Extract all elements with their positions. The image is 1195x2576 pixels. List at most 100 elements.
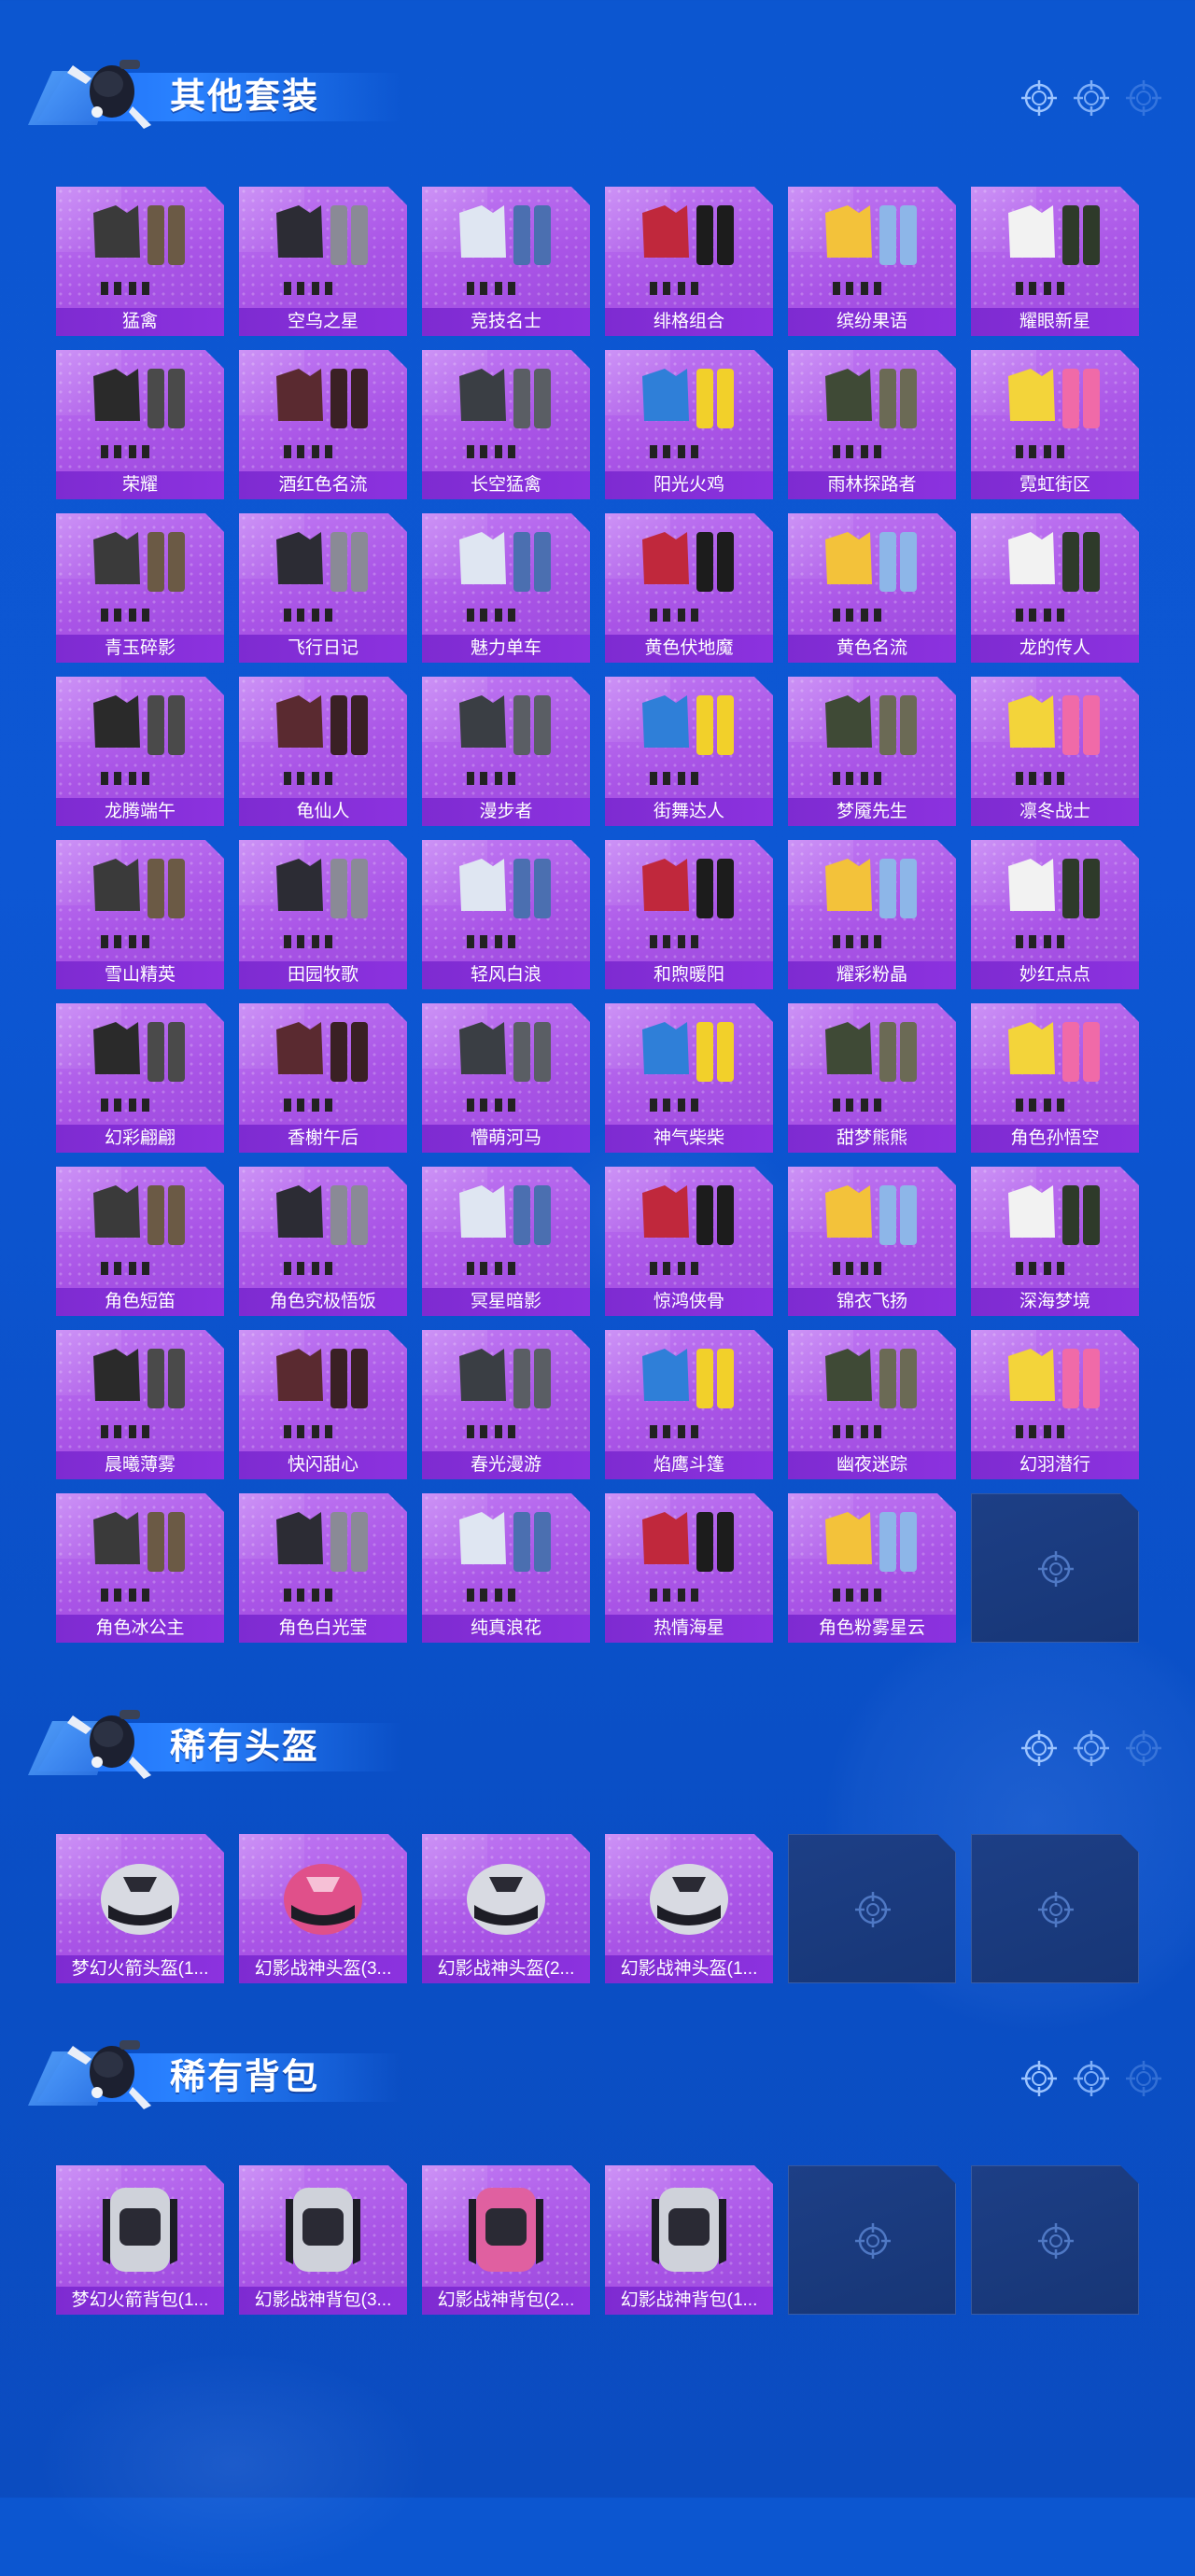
outfit-icon [93,369,185,458]
item-card[interactable]: 黄色名流 [788,513,956,663]
item-card[interactable]: 梦幻火箭头盔(1... [56,1834,224,1983]
item-card[interactable]: 魅力单车 [422,513,590,663]
item-card[interactable]: 漫步者 [422,677,590,826]
item-card[interactable]: 龙腾端午 [56,677,224,826]
item-card[interactable]: 幻影战神头盔(1... [605,1834,773,1983]
item-name: 角色粉雾星云 [788,1615,956,1643]
item-card[interactable]: 空乌之星 [239,187,407,336]
item-card[interactable]: 角色究极悟饭 [239,1167,407,1316]
empty-slot [971,1493,1139,1643]
item-card[interactable]: 纯真浪花 [422,1493,590,1643]
outfit-icon [642,1349,734,1438]
item-name: 青玉碎影 [56,635,224,663]
backpack-icon [103,2188,177,2272]
item-card[interactable]: 惊鸿侠骨 [605,1167,773,1316]
item-card[interactable]: 焰鹰斗篷 [605,1330,773,1479]
item-card[interactable]: 酒红色名流 [239,350,407,499]
item-card[interactable]: 飞行日记 [239,513,407,663]
item-card[interactable]: 幻影战神背包(2... [422,2165,590,2315]
item-card[interactable]: 快闪甜心 [239,1330,407,1479]
item-card[interactable]: 角色粉雾星云 [788,1493,956,1643]
item-card[interactable]: 幻彩翩翩 [56,1003,224,1153]
item-name: 街舞达人 [605,798,773,826]
item-card[interactable]: 热情海星 [605,1493,773,1643]
item-card[interactable]: 春光漫游 [422,1330,590,1479]
item-card[interactable]: 冥星暗影 [422,1167,590,1316]
outfit-icon [642,1022,734,1112]
item-card[interactable]: 幻影战神头盔(2... [422,1834,590,1983]
outfit-icon [459,695,551,785]
item-card[interactable]: 香榭午后 [239,1003,407,1153]
item-card[interactable]: 梦幻火箭背包(1... [56,2165,224,2315]
item-card[interactable]: 角色冰公主 [56,1493,224,1643]
empty-slot-crosshair-icon [1038,2223,1074,2259]
item-grid: 梦幻火箭头盔(1... 幻影战神头盔(3... 幻影战神头盔(2... 幻影战神头盔(… [56,1834,1139,1983]
item-card[interactable]: 雪山精英 [56,840,224,989]
item-card[interactable]: 长空猛禽 [422,350,590,499]
item-card[interactable]: 甜梦熊熊 [788,1003,956,1153]
item-name: 雨林探路者 [788,471,956,499]
item-card[interactable]: 阳光火鸡 [605,350,773,499]
item-name: 幻影战神背包(2... [422,2287,590,2315]
item-card[interactable]: 梦魇先生 [788,677,956,826]
item-card[interactable]: 幻影战神背包(3... [239,2165,407,2315]
item-card[interactable]: 角色孙悟空 [971,1003,1139,1153]
item-card[interactable]: 懵萌河马 [422,1003,590,1153]
outfit-icon [642,695,734,785]
item-card[interactable]: 晨曦薄雾 [56,1330,224,1479]
item-card[interactable]: 田园牧歌 [239,840,407,989]
helmet-icon [101,1864,179,1935]
item-card[interactable]: 幽夜迷踪 [788,1330,956,1479]
outfit-icon [276,369,368,458]
item-card[interactable]: 耀彩粉晶 [788,840,956,989]
item-card[interactable]: 轻风白浪 [422,840,590,989]
item-name: 神气柴柴 [605,1125,773,1153]
background-glow-decoration [37,2352,429,2576]
outfit-icon [276,532,368,622]
item-name: 阳光火鸡 [605,471,773,499]
outfit-icon [825,1022,917,1112]
item-card[interactable]: 神气柴柴 [605,1003,773,1153]
item-name: 空乌之星 [239,308,407,336]
item-card[interactable]: 和煦暖阳 [605,840,773,989]
item-card[interactable]: 霓虹街区 [971,350,1139,499]
outfit-icon [1008,1022,1100,1112]
outfit-icon [93,1185,185,1275]
item-card[interactable]: 耀眼新星 [971,187,1139,336]
crosshair-icon [1021,1730,1057,1766]
crosshair-icon [1074,1730,1109,1766]
item-card[interactable]: 妙红点点 [971,840,1139,989]
item-card[interactable]: 青玉碎影 [56,513,224,663]
item-name: 幻影战神背包(3... [239,2287,407,2315]
item-card[interactable]: 角色白光莹 [239,1493,407,1643]
item-card[interactable]: 龙的传人 [971,513,1139,663]
item-card[interactable]: 缤纷果语 [788,187,956,336]
header-crosshair-group [1019,2059,1163,2098]
item-card[interactable]: 幻羽潜行 [971,1330,1139,1479]
item-card[interactable]: 竞技名士 [422,187,590,336]
empty-slot-crosshair-icon [855,2223,891,2259]
item-card[interactable]: 荣耀 [56,350,224,499]
item-card[interactable]: 深海梦境 [971,1167,1139,1316]
empty-slot [788,2165,956,2315]
outfit-icon [276,695,368,785]
item-name: 梦魇先生 [788,798,956,826]
item-card[interactable]: 街舞达人 [605,677,773,826]
outfit-icon [1008,1349,1100,1438]
item-card[interactable]: 黄色伏地魔 [605,513,773,663]
outfit-icon [825,369,917,458]
item-card[interactable]: 猛禽 [56,187,224,336]
item-card[interactable]: 雨林探路者 [788,350,956,499]
item-card[interactable]: 幻影战神背包(1... [605,2165,773,2315]
item-card[interactable]: 角色短笛 [56,1167,224,1316]
item-card[interactable]: 锦衣飞扬 [788,1167,956,1316]
backpack-icon [469,2188,543,2272]
item-name: 酒红色名流 [239,471,407,499]
item-card[interactable]: 绯格组合 [605,187,773,336]
empty-slot [788,1834,956,1983]
item-card[interactable]: 凛冬战士 [971,677,1139,826]
item-card[interactable]: 幻影战神头盔(3... [239,1834,407,1983]
outfit-icon [642,859,734,948]
item-card[interactable]: 龟仙人 [239,677,407,826]
item-name: 耀眼新星 [971,308,1139,336]
